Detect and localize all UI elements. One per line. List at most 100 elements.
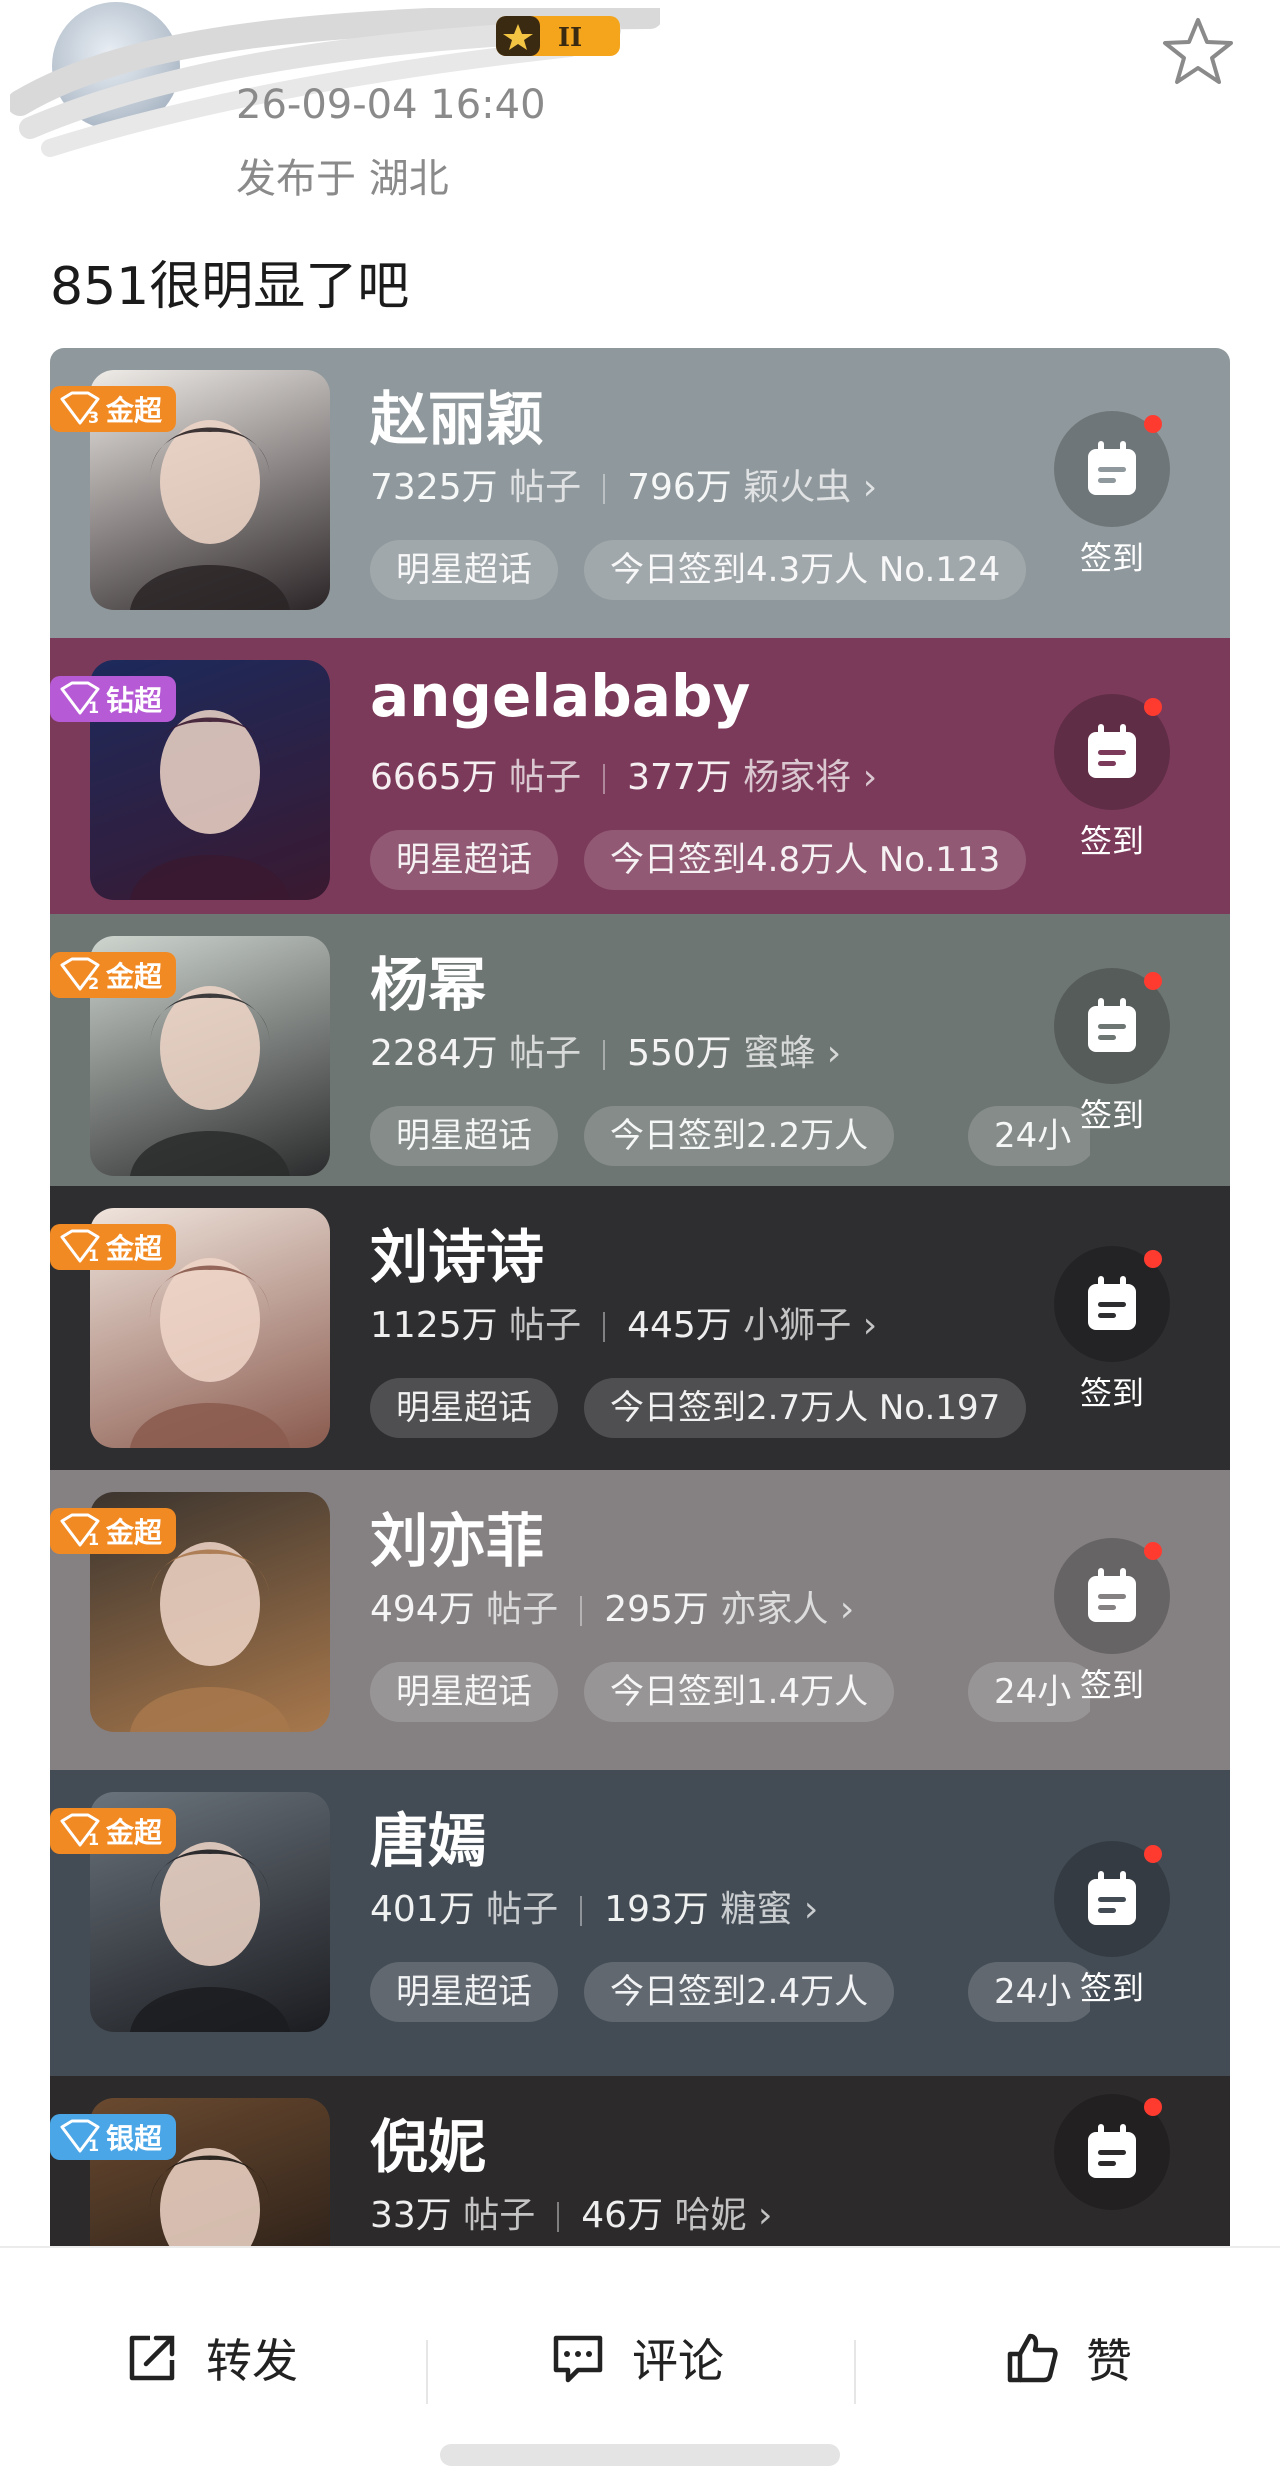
- tier-label: 金超: [106, 1232, 163, 1265]
- diamond-icon: 1: [60, 1513, 100, 1549]
- svg-text:1: 1: [88, 1830, 99, 1849]
- topic-chips: 明星超话 今日签到1.4万人 24小: [370, 1662, 1090, 1722]
- svg-text:1: 1: [88, 2136, 99, 2155]
- comment-button[interactable]: 评论: [550, 2318, 724, 2398]
- checkin-label: 签到: [1079, 1666, 1144, 1704]
- fan-count: 445万: [627, 1305, 732, 1346]
- category-chip[interactable]: 明星超话: [370, 1378, 558, 1438]
- chevron-right-icon: ›: [862, 467, 878, 508]
- fans-link[interactable]: 377万 杨家将 ›: [627, 757, 877, 798]
- favorite-star-icon[interactable]: [1160, 14, 1236, 90]
- checkin-circle: [1054, 411, 1170, 527]
- post-header: II 26-09-04 16:40 发布于 湖北: [0, 0, 1280, 230]
- chevron-right-icon: ›: [862, 757, 878, 798]
- checkin-button[interactable]: 签到: [1052, 968, 1172, 1136]
- category-chip[interactable]: 明星超话: [370, 1662, 558, 1722]
- fans-link[interactable]: 796万 颖火虫 ›: [627, 467, 877, 508]
- checkin-button[interactable]: 签到: [1052, 1246, 1172, 1414]
- checkin-button[interactable]: [1052, 2094, 1172, 2210]
- topic-chips: 明星超话 今日签到2.4万人 24小: [370, 1962, 1090, 2022]
- checkin-button[interactable]: 签到: [1052, 694, 1172, 862]
- svg-text:1: 1: [88, 1530, 99, 1549]
- checkin-circle: [1054, 1246, 1170, 1362]
- topic-tier-badge: 1 金超: [50, 1808, 177, 1854]
- post-count: 494万: [370, 1589, 475, 1630]
- topic-name[interactable]: 唐嫣: [370, 1794, 486, 1878]
- fan-count: 377万: [627, 757, 732, 798]
- super-topic-card[interactable]: 刘亦菲 1 金超 494万 帖子 295万 亦家人 › 明星超话 今日签到1.4万…: [50, 1470, 1230, 1770]
- chevron-right-icon: ›: [862, 1305, 878, 1346]
- checkin-button[interactable]: 签到: [1052, 1538, 1172, 1706]
- fan-count: 796万: [627, 467, 732, 508]
- diamond-icon: 2: [60, 957, 100, 993]
- super-topic-card[interactable]: 刘诗诗 1 金超 1125万 帖子 445万 小狮子 › 明星超话 今日签到2.7…: [50, 1186, 1230, 1470]
- topic-name[interactable]: 杨幂: [370, 938, 486, 1022]
- calendar-icon: [1088, 1568, 1136, 1622]
- like-button[interactable]: 赞: [1004, 2318, 1132, 2398]
- notification-dot: [1144, 698, 1162, 716]
- share-icon: [129, 2335, 175, 2381]
- checkin-button[interactable]: 签到: [1052, 1841, 1172, 2009]
- divider: [426, 2340, 428, 2404]
- post-count: 401万: [370, 1889, 475, 1930]
- comment-icon: [553, 2335, 603, 2383]
- topic-tier-badge: 3 金超: [50, 386, 177, 432]
- calendar-icon: [1088, 1871, 1136, 1925]
- topic-chips: 明星超话 今日签到4.3万人 No.124: [370, 540, 1090, 600]
- post-count-label: 帖子: [486, 1589, 559, 1630]
- tier-label: 金超: [106, 1516, 163, 1549]
- fans-link[interactable]: 193万 糖蜜 ›: [604, 1889, 818, 1930]
- calendar-icon: [1088, 998, 1136, 1052]
- topic-name[interactable]: 刘亦菲: [370, 1494, 544, 1578]
- fans-link[interactable]: 295万 亦家人 ›: [604, 1589, 854, 1630]
- post-location: 发布于 湖北: [236, 156, 449, 202]
- topic-tier-badge: 1 金超: [50, 1508, 177, 1554]
- post-count: 6665万: [370, 757, 498, 798]
- topic-name[interactable]: angelababy: [370, 662, 750, 730]
- checkin-count-chip: 今日签到2.7万人 No.197: [584, 1378, 1027, 1438]
- checkin-count-chip: 今日签到2.2万人: [584, 1106, 895, 1166]
- fan-count: 550万: [627, 1033, 732, 1074]
- topic-tier-badge: 1 钻超: [50, 676, 177, 722]
- fans-link[interactable]: 550万 蜜蜂 ›: [627, 1033, 841, 1074]
- super-topic-card[interactable]: 赵丽颖 3 金超 7325万 帖子 796万 颖火虫 › 明星超话 今日签到4.3…: [50, 348, 1230, 638]
- fans-link[interactable]: 46万 哈妮 ›: [581, 2195, 772, 2236]
- topic-name[interactable]: 赵丽颖: [370, 372, 544, 456]
- checkin-count-chip: 今日签到4.3万人 No.124: [584, 540, 1027, 600]
- category-chip[interactable]: 明星超话: [370, 540, 558, 600]
- user-avatar[interactable]: [52, 2, 180, 130]
- checkin-count-chip: 今日签到4.8万人 No.113: [584, 830, 1027, 890]
- super-topic-card[interactable]: 杨幂 2 金超 2284万 帖子 550万 蜜蜂 › 明星超话 今日签到2.2万人…: [50, 914, 1230, 1186]
- super-topic-card[interactable]: 倪妮 1 银超 33万 帖子 46万 哈妮 ›: [50, 2076, 1230, 2248]
- super-topic-card[interactable]: angelababy 1 钻超 6665万 帖子 377万 杨家将 › 明星超话 …: [50, 638, 1230, 914]
- chevron-right-icon: ›: [839, 1589, 855, 1630]
- topic-name[interactable]: 刘诗诗: [370, 1210, 544, 1294]
- super-topic-card[interactable]: 唐嫣 1 金超 401万 帖子 193万 糖蜜 › 明星超话 今日签到2.4万人 …: [50, 1770, 1230, 2076]
- diamond-icon: 1: [60, 681, 100, 717]
- category-chip[interactable]: 明星超话: [370, 830, 558, 890]
- checkin-button[interactable]: 签到: [1052, 411, 1172, 579]
- topic-chips: 明星超话 今日签到4.8万人 No.113: [370, 830, 1090, 890]
- checkin-label: 签到: [1079, 1374, 1144, 1412]
- svg-text:1: 1: [88, 1246, 99, 1265]
- calendar-icon: [1088, 441, 1136, 495]
- topic-stats: 401万 帖子 193万 糖蜜 ›: [370, 1880, 818, 1932]
- comment-label: 评论: [632, 2334, 724, 2388]
- fan-group-name: 颖火虫: [743, 467, 852, 508]
- topic-tier-badge: 1 银超: [50, 2114, 177, 2160]
- post-count-label: 帖子: [509, 467, 582, 508]
- tier-label: 金超: [106, 1816, 163, 1849]
- topic-stats: 6665万 帖子 377万 杨家将 ›: [370, 748, 877, 800]
- topic-tier-badge: 1 金超: [50, 1224, 177, 1270]
- super-topic-list: 赵丽颖 3 金超 7325万 帖子 796万 颖火虫 › 明星超话 今日签到4.3…: [50, 348, 1230, 2248]
- topic-name[interactable]: 倪妮: [370, 2100, 486, 2184]
- topic-stats: 494万 帖子 295万 亦家人 ›: [370, 1580, 854, 1632]
- divider: [854, 2340, 856, 2404]
- category-chip[interactable]: 明星超话: [370, 1962, 558, 2022]
- fan-count: 295万: [604, 1589, 709, 1630]
- fans-link[interactable]: 445万 小狮子 ›: [627, 1305, 877, 1346]
- like-label: 赞: [1086, 2334, 1132, 2388]
- category-chip[interactable]: 明星超话: [370, 1106, 558, 1166]
- post-count-label: 帖子: [509, 1033, 582, 1074]
- repost-button[interactable]: 转发: [124, 2318, 298, 2398]
